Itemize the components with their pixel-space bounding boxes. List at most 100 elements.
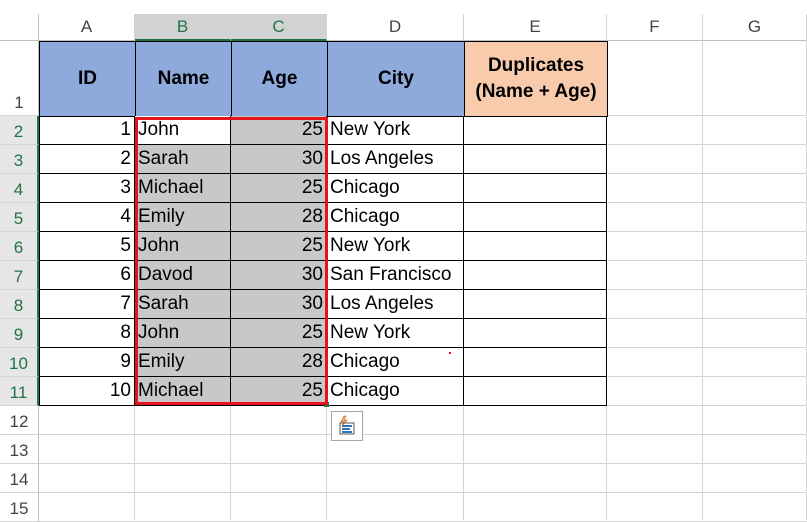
cell-name-text: Sarah (138, 148, 189, 169)
cell-city[interactable]: New York (327, 319, 464, 348)
column-header-c[interactable]: C (231, 14, 327, 41)
cell-name[interactable]: Emily (135, 203, 231, 232)
cell-age[interactable]: 30 (231, 261, 327, 290)
cell-duplicates[interactable] (464, 319, 607, 348)
cell-duplicates[interactable] (464, 145, 607, 174)
header-age[interactable]: Age (231, 41, 328, 117)
fill-handle[interactable] (324, 402, 329, 407)
cell-duplicates[interactable] (464, 174, 607, 203)
row-header-3[interactable]: 3 (0, 145, 39, 174)
row-header-8[interactable]: 8 (0, 290, 39, 319)
cell-city[interactable]: Chicago (327, 203, 464, 232)
cell-name[interactable]: John (135, 232, 231, 261)
cell-id[interactable]: 5 (39, 232, 135, 261)
cell-id-text: 10 (109, 380, 131, 401)
column-header-d[interactable]: D (327, 14, 464, 41)
row-header-6[interactable]: 6 (0, 232, 39, 261)
cell-age[interactable]: 25 (231, 377, 327, 406)
cell-duplicates[interactable] (464, 261, 607, 290)
row-header-7[interactable]: 7 (0, 261, 39, 290)
cell-duplicates[interactable] (464, 116, 607, 145)
cell-id[interactable]: 2 (39, 145, 135, 174)
cell-name[interactable]: Davod (135, 261, 231, 290)
cell-age[interactable]: 25 (231, 116, 327, 145)
cell-duplicates[interactable] (464, 232, 607, 261)
cell-city-text: New York (330, 119, 411, 140)
cell-name[interactable]: John (135, 319, 231, 348)
row-header-15[interactable]: 15 (0, 493, 39, 522)
stray-mark (449, 352, 451, 354)
cell-city[interactable]: Chicago (327, 174, 464, 203)
cell-city[interactable]: New York (327, 232, 464, 261)
cell-name-text: John (138, 322, 180, 343)
cell-name[interactable]: Sarah (135, 290, 231, 319)
cell-id[interactable]: 1 (39, 116, 135, 145)
cell-city[interactable]: Chicago (327, 377, 464, 406)
row-header-12[interactable]: 12 (0, 406, 39, 435)
cell-age-text: 28 (301, 351, 323, 372)
column-header-b[interactable]: B (135, 14, 231, 41)
header-duplicates[interactable]: Duplicates (Name + Age) (464, 41, 608, 117)
cell-name-text: Davod (138, 264, 193, 285)
cell-age[interactable]: 25 (231, 319, 327, 348)
cell-name[interactable]: Sarah (135, 145, 231, 174)
cell-name-text: John (138, 235, 180, 256)
gridline-vertical (702, 41, 703, 520)
row-header-10[interactable]: 10 (0, 348, 39, 377)
cell-id[interactable]: 6 (39, 261, 135, 290)
cell-duplicates[interactable] (464, 377, 607, 406)
cell-id[interactable]: 8 (39, 319, 135, 348)
cell-name-text: John (138, 119, 180, 140)
cell-age-text: 30 (301, 293, 323, 314)
cell-name[interactable]: Michael (135, 377, 231, 406)
header-name-text: Name (157, 68, 210, 89)
row-header-1[interactable]: 1 (0, 41, 39, 116)
cell-age[interactable]: 25 (231, 232, 327, 261)
row-header-4[interactable]: 4 (0, 174, 39, 203)
cell-city[interactable]: Los Angeles (327, 145, 464, 174)
cell-age[interactable]: 30 (231, 145, 327, 174)
cell-age-text: 25 (301, 119, 323, 140)
cell-id-text: 7 (120, 293, 131, 314)
cell-age[interactable]: 25 (231, 174, 327, 203)
cell-id-text: 2 (120, 148, 131, 169)
cell-id-text: 8 (120, 322, 131, 343)
select-all-corner[interactable] (0, 14, 39, 41)
cell-id[interactable]: 4 (39, 203, 135, 232)
cell-id[interactable]: 3 (39, 174, 135, 203)
column-header-g[interactable]: G (703, 14, 807, 41)
cell-city[interactable]: San Francisco (327, 261, 464, 290)
cell-id-text: 4 (120, 206, 131, 227)
row-header-13[interactable]: 13 (0, 435, 39, 464)
cell-duplicates[interactable] (464, 203, 607, 232)
cell-city[interactable]: Chicago (327, 348, 464, 377)
column-header-f[interactable]: F (607, 14, 703, 41)
column-header-a[interactable]: A (39, 14, 135, 41)
cell-name[interactable]: John (135, 116, 231, 145)
header-name[interactable]: Name (135, 41, 232, 117)
cell-duplicates[interactable] (464, 348, 607, 377)
cell-name[interactable]: Emily (135, 348, 231, 377)
cell-duplicates[interactable] (464, 290, 607, 319)
row-header-11[interactable]: 11 (0, 377, 39, 406)
row-header-9[interactable]: 9 (0, 319, 39, 348)
cell-name-text: Michael (138, 380, 204, 401)
cell-id[interactable]: 10 (39, 377, 135, 406)
cell-id[interactable]: 7 (39, 290, 135, 319)
cell-city-text: Chicago (330, 177, 400, 198)
cell-age[interactable]: 30 (231, 290, 327, 319)
cell-city[interactable]: Los Angeles (327, 290, 464, 319)
cell-city-text: New York (330, 322, 411, 343)
row-header-5[interactable]: 5 (0, 203, 39, 232)
cell-city[interactable]: New York (327, 116, 464, 145)
cell-age[interactable]: 28 (231, 348, 327, 377)
cell-name[interactable]: Michael (135, 174, 231, 203)
cell-id[interactable]: 9 (39, 348, 135, 377)
header-id[interactable]: ID (39, 41, 136, 117)
header-city[interactable]: City (327, 41, 465, 117)
quick-analysis-button[interactable] (331, 411, 363, 441)
cell-age[interactable]: 28 (231, 203, 327, 232)
row-header-14[interactable]: 14 (0, 464, 39, 493)
column-header-e[interactable]: E (464, 14, 607, 41)
row-header-2[interactable]: 2 (0, 116, 39, 145)
